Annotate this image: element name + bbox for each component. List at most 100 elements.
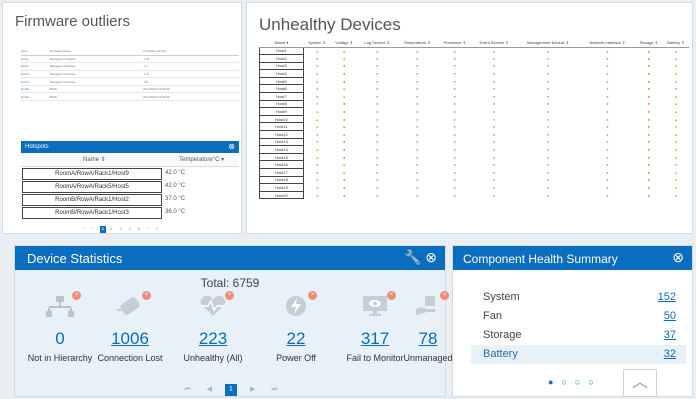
close-icon[interactable]: ⊗: [228, 142, 235, 151]
status-icon: ▲: [673, 192, 678, 198]
firmware-host-link[interactable]: Host4: [21, 77, 50, 86]
hotspot-name: RoomB/RowA/Rack1/Host3: [22, 207, 162, 219]
wrench-icon[interactable]: 🔧: [404, 249, 421, 265]
unhealthy-col-header[interactable]: Voltage ⇕: [330, 39, 358, 48]
pager-current[interactable]: 1: [99, 226, 106, 233]
host-name[interactable]: Host9: [259, 107, 304, 116]
host-name[interactable]: Host15: [259, 152, 304, 162]
host-name[interactable]: Host19: [259, 183, 304, 192]
status-icon: ▲: [315, 116, 320, 122]
pager-current[interactable]: 1: [225, 384, 237, 396]
host-name[interactable]: Host16: [259, 160, 304, 169]
component-count-link[interactable]: 50: [664, 310, 676, 322]
unhealthy-col-header[interactable]: Storage ⇕: [634, 39, 663, 48]
status-icon: ●: [492, 139, 496, 145]
last-page-icon[interactable]: ⏭: [271, 386, 277, 394]
unhealthy-col-header[interactable]: Processor ⇕: [437, 39, 472, 48]
host-name[interactable]: Host8: [259, 99, 304, 109]
firmware-host-link[interactable]: Host3: [21, 70, 50, 79]
status-icon: ●: [546, 86, 550, 92]
status-icon: ▲: [673, 147, 678, 153]
status-icon: ●: [606, 192, 609, 198]
unhealthy-col-header[interactable]: Log Service ⇕: [357, 39, 397, 48]
status-icon: ●: [375, 184, 379, 190]
hierarchy-icon: ×: [45, 291, 81, 317]
firmware-col-host: Host: [21, 47, 50, 56]
firmware-host-link[interactable]: Host5: [21, 85, 50, 94]
status-icon: ●: [606, 55, 609, 61]
table-row: Host6 BIOS 06.1234(07/1)/2016: [21, 92, 239, 102]
prev-page-icon[interactable]: ◀: [207, 385, 212, 393]
table-row: Host17 ● ▲ ● ● ● ● ● ● ● ▲: [259, 168, 690, 177]
monitor-eye-icon: ×: [360, 291, 396, 317]
host-name[interactable]: Host6: [259, 84, 304, 94]
table-row: Host6 ● ▲ ● ● ● ● ● ● ● ●: [259, 84, 690, 94]
component-count-link[interactable]: 32: [664, 348, 676, 360]
pager-prev[interactable]: ‹ ‹: [83, 226, 96, 231]
table-row: Host2 Manageent Module 1.7: [21, 62, 239, 71]
status-icon: ●: [546, 109, 550, 115]
device-statistics-header: Device Statistics 🔧 ⊗: [15, 246, 445, 270]
status-icon: ●: [606, 184, 609, 190]
host-name[interactable]: Host7: [259, 92, 304, 101]
host-name[interactable]: Host18: [259, 175, 304, 185]
component-count-link[interactable]: 37: [664, 329, 676, 341]
status-icon: ●: [316, 169, 319, 175]
component-health-panel: Component Health Summary ⊗ System 152 Fan…: [452, 245, 693, 397]
unhealthy-col-header[interactable]: Network Interface ⇕: [580, 39, 635, 48]
host-name[interactable]: Host17: [259, 168, 304, 177]
host-name[interactable]: Host4: [259, 69, 304, 78]
status-icon: ●: [647, 139, 650, 145]
table-row: Host13 ● ● ● ● ● ● ● ● ● ▲: [259, 137, 690, 147]
close-icon[interactable]: ⊗: [672, 249, 684, 266]
status-icon: ●: [453, 71, 456, 77]
unhealthy-col-header[interactable]: Event Service ⇕: [471, 39, 517, 48]
pager-pages[interactable]: 2 3 4 5 › »: [110, 226, 161, 231]
host-name[interactable]: Host13: [259, 137, 304, 147]
carousel-dots[interactable]: ●○○○: [548, 377, 602, 387]
unhealthy-col-header[interactable]: System ⇕: [303, 39, 331, 48]
status-icon: ●: [415, 78, 419, 84]
host-name[interactable]: Host5: [259, 76, 304, 86]
host-name[interactable]: Host12: [259, 130, 304, 139]
unhealthy-col-header[interactable]: Temperature ⇕: [396, 39, 438, 48]
stat-value[interactable]: 223: [168, 329, 258, 349]
stat-value[interactable]: 22: [251, 329, 341, 349]
host-name[interactable]: Host2: [259, 54, 304, 63]
stat-value[interactable]: 1006: [85, 329, 175, 349]
firmware-host-link[interactable]: Host1: [21, 55, 50, 64]
stat-value[interactable]: 78: [398, 329, 458, 349]
status-icon: ●: [415, 177, 419, 183]
hotspots-col-temperature[interactable]: Temperature°C ▾: [179, 156, 224, 163]
close-icon[interactable]: ⊗: [425, 249, 437, 265]
unhealthy-col-header[interactable]: Battery ⇕: [662, 39, 689, 48]
status-icon: ●: [375, 93, 379, 99]
status-icon: ▲: [342, 131, 347, 137]
firmware-host-link[interactable]: Host2: [21, 62, 50, 71]
component-count-link[interactable]: 152: [658, 291, 676, 303]
host-name[interactable]: Host3: [259, 61, 304, 71]
unhealthy-devices-table: Name ▾ System ⇕ Voltage ⇕ Log Service ⇕ Temp…: [259, 39, 690, 200]
unhealthy-col-header[interactable]: Management Module ⇕: [516, 39, 581, 48]
table-row: Host7 ● ▲ ● ● ● ● ● ● ● ▲: [259, 92, 690, 101]
status-icon: ●: [342, 192, 346, 198]
first-page-icon[interactable]: ⏮: [184, 386, 190, 394]
host-name[interactable]: Host11: [259, 122, 304, 132]
host-name[interactable]: Host20: [259, 190, 304, 200]
unhealthy-col-header[interactable]: Name ▾: [259, 39, 304, 48]
chevron-up-icon[interactable]: ︿: [623, 369, 657, 397]
status-icon: ●: [415, 139, 419, 145]
host-name[interactable]: Host1: [259, 46, 304, 56]
host-name[interactable]: Host14: [259, 145, 304, 154]
status-icon: ●: [647, 131, 650, 137]
firmware-host-link[interactable]: Host6: [21, 92, 50, 102]
status-icon: ●: [647, 162, 650, 168]
hotspots-col-name[interactable]: Name ⇕: [83, 156, 106, 163]
status-icon: ●: [316, 86, 319, 92]
hand-device-icon: ×: [413, 291, 449, 317]
status-icon: ▲: [673, 154, 678, 160]
component-health-list: System 152 Fan 50 Storage 37 Battery 32: [471, 288, 686, 364]
stat-power-off: × 22 Power Off: [251, 291, 341, 363]
next-page-icon[interactable]: ▶: [250, 385, 255, 393]
host-name[interactable]: Host10: [259, 114, 304, 124]
